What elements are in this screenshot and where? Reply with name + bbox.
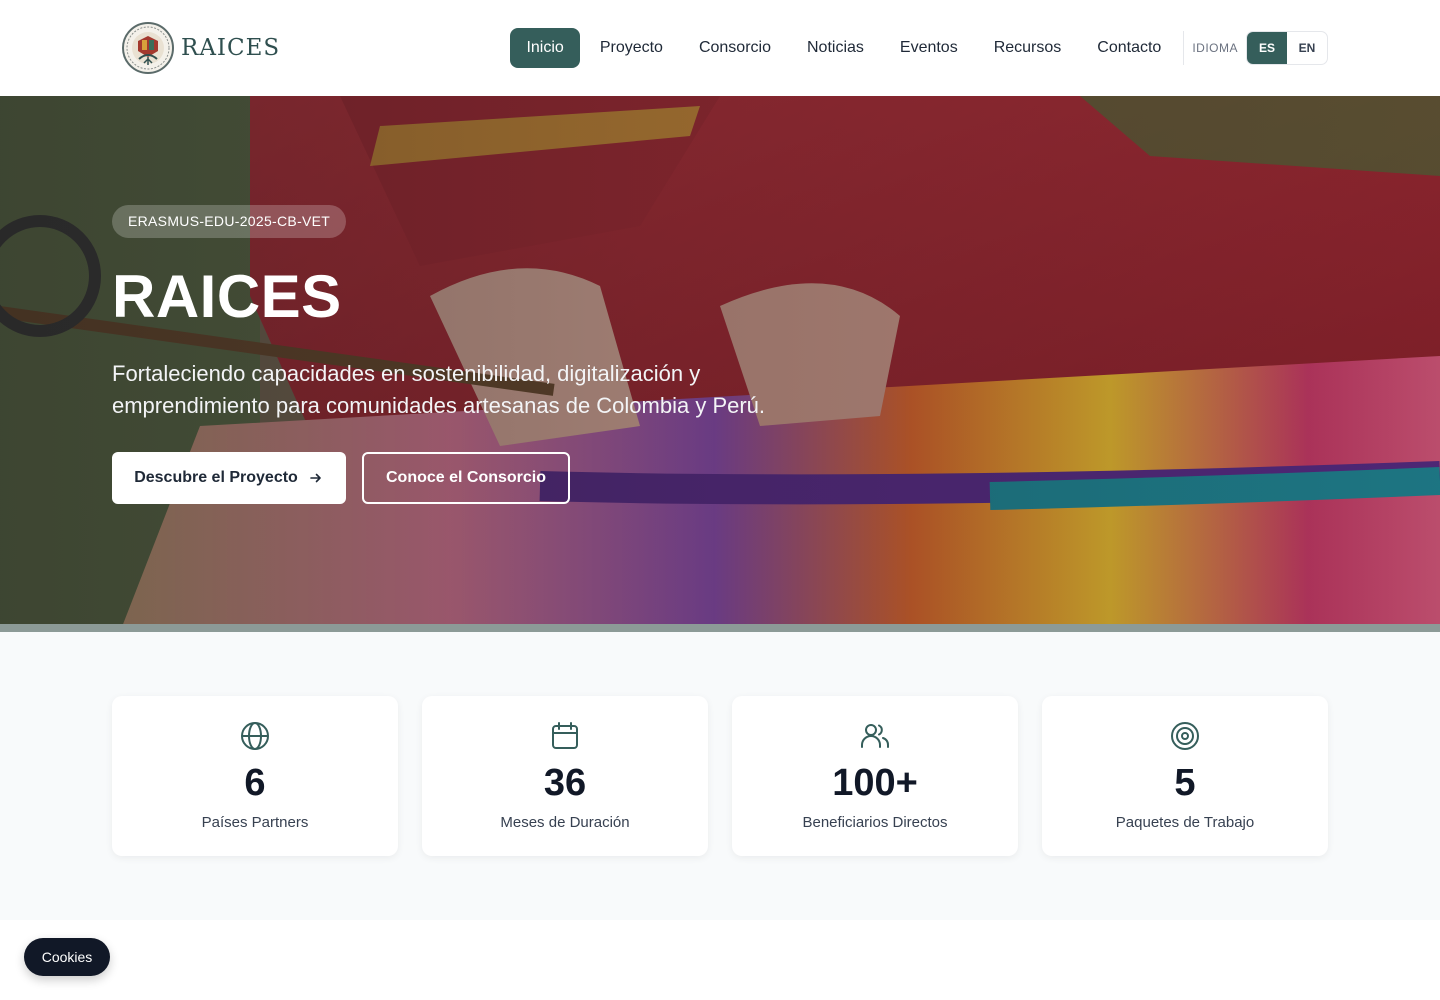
arrow-right-icon bbox=[310, 473, 321, 483]
calendar-icon bbox=[552, 722, 578, 749]
stat-card-beneficiaries: 100+ Beneficiarios Directos bbox=[732, 696, 1018, 856]
consortium-button[interactable]: Conoce el Consorcio bbox=[362, 452, 570, 504]
stat-label: Meses de Duración bbox=[500, 814, 630, 831]
nav-item-inicio[interactable]: Inicio bbox=[510, 28, 580, 68]
nav-item-proyecto[interactable]: Proyecto bbox=[584, 28, 679, 68]
stat-card-countries: 6 Países Partners bbox=[112, 696, 398, 856]
stat-card-duration: 36 Meses de Duración bbox=[422, 696, 708, 856]
language-option-en[interactable]: EN bbox=[1287, 32, 1327, 64]
stat-label: Países Partners bbox=[201, 814, 309, 831]
hero-title: RAICES bbox=[112, 263, 342, 330]
hero-subtitle: Fortaleciendo capacidades en sostenibili… bbox=[112, 361, 766, 418]
consortium-button-label: Conoce el Consorcio bbox=[385, 469, 547, 486]
hero-section: ERASMUS-EDU-2025-CB-VET RAICES Fortaleci… bbox=[0, 96, 1440, 632]
raices-seal-icon bbox=[122, 22, 174, 74]
nav-item-eventos[interactable]: Eventos bbox=[884, 28, 974, 68]
stat-label: Paquetes de Trabajo bbox=[1115, 814, 1255, 831]
users-icon bbox=[861, 724, 889, 748]
stat-card-work-packages: 5 Paquetes de Trabajo bbox=[1042, 696, 1328, 856]
site-header: RAICES Inicio Proyecto Consorcio Noticia… bbox=[0, 0, 1440, 96]
nav-item-consorcio[interactable]: Consorcio bbox=[683, 28, 787, 68]
language-label: IDIOMA bbox=[1192, 41, 1238, 55]
nav-item-noticias[interactable]: Noticias bbox=[791, 28, 880, 68]
program-badge: ERASMUS-EDU-2025-CB-VET bbox=[112, 205, 347, 238]
stats-section: 6 Países Partners 36 Meses de Duración 1… bbox=[0, 632, 1440, 920]
cookies-button[interactable]: Cookies bbox=[24, 938, 110, 976]
nav-item-recursos[interactable]: Recursos bbox=[978, 28, 1078, 68]
stat-value: 5 bbox=[1174, 762, 1196, 804]
nav-divider bbox=[1183, 31, 1185, 65]
globe-icon bbox=[241, 722, 269, 750]
language-switcher: ES EN bbox=[1246, 31, 1328, 65]
nav-item-contacto[interactable]: Contacto bbox=[1081, 28, 1177, 68]
logo-link[interactable]: RAICES bbox=[121, 21, 280, 75]
discover-project-label: Descubre el Proyecto bbox=[134, 469, 298, 486]
hero-bottom-bar bbox=[0, 624, 1440, 632]
brand-name: RAICES bbox=[181, 35, 281, 61]
stat-label: Beneficiarios Directos bbox=[802, 814, 948, 831]
stat-value: 100+ bbox=[832, 762, 918, 804]
discover-project-button[interactable]: Descubre el Proyecto bbox=[112, 452, 346, 504]
language-option-es[interactable]: ES bbox=[1247, 32, 1287, 64]
main-nav: Inicio Proyecto Consorcio Noticias Event… bbox=[506, 28, 1328, 68]
stat-value: 6 bbox=[244, 762, 266, 804]
stat-value: 36 bbox=[543, 762, 587, 804]
target-icon bbox=[1171, 722, 1199, 750]
